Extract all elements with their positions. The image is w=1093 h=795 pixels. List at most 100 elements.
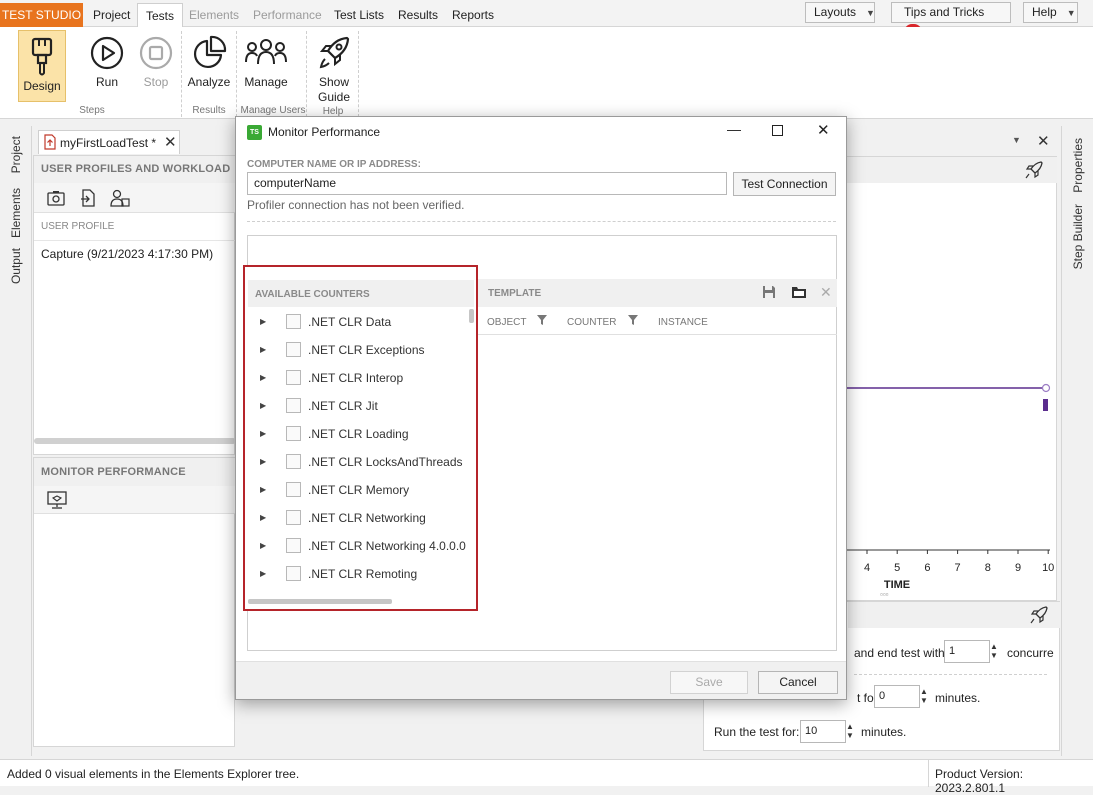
expand-arrow-icon[interactable]: ▶ (260, 532, 266, 560)
menu-performance[interactable]: Performance (245, 3, 330, 27)
user-add-icon[interactable] (110, 189, 130, 210)
counter-checkbox[interactable] (286, 342, 301, 357)
chart-x-ticks: 4 5 6 7 8 9 10 (864, 550, 1054, 574)
counter-item[interactable]: ▶ .NET CLR Networking (260, 504, 476, 532)
counter-item[interactable]: ▶ .NET CLR Jit (260, 392, 476, 420)
cancel-button[interactable]: Cancel (758, 671, 838, 694)
maximize-icon[interactable] (772, 125, 783, 136)
group-steps-label: Steps (79, 105, 105, 116)
expand-arrow-icon[interactable]: ▶ (260, 336, 266, 364)
expand-arrow-icon[interactable]: ▶ (260, 448, 266, 476)
settings-separator (854, 674, 1047, 675)
horizontal-scrollbar[interactable] (248, 599, 392, 604)
chart-tick-label: 8 (985, 562, 991, 574)
menu-tests[interactable]: Tests (137, 3, 184, 27)
counter-item[interactable]: ▶ .NET CLR Remoting (260, 560, 476, 588)
counter-item[interactable]: ▶ .NET CLR Exceptions (260, 336, 476, 364)
spinner-icon[interactable]: ▲ ▼ (846, 722, 854, 740)
side-tab-properties[interactable]: Properties (1071, 138, 1085, 193)
counter-item[interactable]: ▶ .NET CLR Interop (260, 364, 476, 392)
side-tab-project[interactable]: Project (9, 136, 23, 173)
counter-item[interactable]: ▶ .NET CLR LocksAndThreads (260, 448, 476, 476)
side-tab-output[interactable]: Output (9, 248, 23, 284)
capture-icon[interactable] (47, 190, 65, 209)
capture-item[interactable]: Capture (9/21/2023 4:17:30 PM) (41, 247, 213, 261)
menu-elements[interactable]: Elements (181, 3, 247, 27)
counter-checkbox[interactable] (286, 566, 301, 581)
template-title: TEMPLATE (488, 288, 542, 299)
concurrent-users-input[interactable]: 1 (944, 640, 990, 663)
expand-arrow-icon[interactable]: ▶ (260, 560, 266, 588)
minimize-icon[interactable]: — (727, 121, 741, 137)
filter-icon[interactable] (628, 314, 638, 328)
expand-arrow-icon[interactable]: ▶ (260, 504, 266, 532)
counter-checkbox[interactable] (286, 538, 301, 553)
counter-item[interactable]: ▶ .NET CLR Data (260, 308, 476, 336)
design-button[interactable]: Design (18, 30, 66, 102)
manage-button[interactable]: Manage (240, 27, 292, 102)
layouts-dropdown[interactable]: Layouts ▼ (805, 2, 875, 23)
product-version: Product Version: 2023.2.801.1 (935, 767, 1024, 795)
analyze-button[interactable]: Analyze (186, 27, 232, 102)
stop-button[interactable]: Stop (134, 27, 178, 102)
counter-item[interactable]: ▶ .NET CLR Networking 4.0.0.0 (260, 532, 476, 560)
side-tab-step-builder[interactable]: Step Builder (1071, 204, 1085, 269)
counter-checkbox[interactable] (286, 370, 301, 385)
close-icon[interactable]: ✕ (820, 284, 832, 301)
close-icon[interactable]: ✕ (817, 121, 830, 139)
connection-status-text: Profiler connection has not been verifie… (247, 198, 465, 212)
rocket-icon[interactable] (1025, 161, 1043, 182)
monitor-performance-dialog: TS Monitor Performance — ✕ COMPUTER NAME… (235, 116, 847, 700)
counter-checkbox[interactable] (286, 426, 301, 441)
monitor-icon[interactable] (47, 491, 67, 512)
menu-project[interactable]: Project (85, 3, 138, 27)
run-minutes-input[interactable]: 10 (800, 720, 846, 743)
counter-checkbox[interactable] (286, 398, 301, 413)
computer-name-label: COMPUTER NAME OR IP ADDRESS: (247, 159, 421, 170)
expand-arrow-icon[interactable]: ▶ (260, 364, 266, 392)
counter-checkbox[interactable] (286, 510, 301, 525)
app-brand[interactable]: TEST STUDIO (0, 3, 83, 27)
counter-checkbox[interactable] (286, 482, 301, 497)
menu-results[interactable]: Results (390, 3, 446, 27)
chevron-down-icon[interactable]: ▼ (1012, 135, 1021, 145)
close-icon[interactable]: ✕ (164, 133, 177, 151)
vertical-scrollbar[interactable] (469, 309, 474, 323)
chart-tick-label: 10 (1042, 562, 1054, 574)
import-icon[interactable] (80, 189, 96, 210)
expand-arrow-icon[interactable]: ▶ (260, 476, 266, 504)
ramp-minutes-input[interactable]: 0 (874, 685, 920, 708)
column-object[interactable]: OBJECT (487, 317, 526, 328)
show-guide-button[interactable]: Show Guide (310, 27, 358, 105)
horizontal-scrollbar[interactable] (34, 438, 236, 444)
dialog-title: Monitor Performance (268, 125, 381, 139)
side-tab-elements[interactable]: Elements (9, 188, 23, 238)
document-tab[interactable]: myFirstLoadTest * ✕ (38, 130, 180, 154)
column-instance[interactable]: INSTANCE (658, 317, 708, 328)
save-button[interactable]: Save (670, 671, 748, 694)
spinner-icon[interactable]: ▲ ▼ (990, 642, 998, 660)
tips-label: Tips and Tricks (904, 5, 985, 19)
menu-test-lists[interactable]: Test Lists (326, 3, 392, 27)
computer-name-input[interactable]: computerName (247, 172, 727, 195)
counter-checkbox[interactable] (286, 314, 301, 329)
close-icon[interactable]: ✕ (1037, 132, 1050, 150)
tips-and-tricks-button[interactable]: Tips and Tricks24 (891, 2, 1011, 40)
run-button[interactable]: Run (85, 27, 129, 102)
test-connection-button[interactable]: Test Connection (733, 172, 836, 196)
counter-item[interactable]: ▶ .NET CLR Loading (260, 420, 476, 448)
counter-checkbox[interactable] (286, 454, 301, 469)
counter-item[interactable]: ▶ .NET CLR Memory (260, 476, 476, 504)
expand-arrow-icon[interactable]: ▶ (260, 392, 266, 420)
column-counter[interactable]: COUNTER (567, 317, 616, 328)
help-dropdown[interactable]: Help ▼ (1023, 2, 1078, 23)
filter-icon[interactable] (537, 314, 547, 328)
right-side-tabs: Properties Step Builder (1061, 126, 1093, 756)
open-folder-icon[interactable] (791, 285, 807, 302)
expand-arrow-icon[interactable]: ▶ (260, 308, 266, 336)
menu-reports[interactable]: Reports (444, 3, 502, 27)
rocket-icon[interactable] (1030, 606, 1048, 627)
spinner-icon[interactable]: ▲ ▼ (920, 687, 928, 705)
expand-arrow-icon[interactable]: ▶ (260, 420, 266, 448)
save-icon[interactable] (762, 285, 776, 302)
